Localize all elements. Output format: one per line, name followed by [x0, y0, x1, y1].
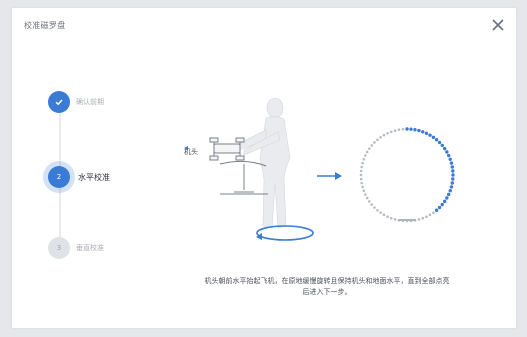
progress-dot — [382, 213, 386, 217]
progress-dot — [382, 133, 386, 137]
progress-dot — [421, 216, 425, 220]
progress-dot-lit — [445, 150, 449, 154]
progress-dot-lit — [434, 208, 439, 212]
progress-dot — [368, 147, 371, 150]
progress-dot-lit — [405, 127, 409, 131]
progress-dot — [417, 218, 421, 221]
progress-dot — [389, 130, 393, 134]
progress-dot-lit — [449, 185, 454, 189]
calibration-progress-ring — [359, 127, 455, 223]
ring-marker — [398, 219, 416, 221]
step-2-circle: 2 — [48, 166, 70, 188]
progress-dot-lit — [448, 157, 452, 161]
progress-dot — [376, 138, 379, 142]
progress-dot-lit — [445, 196, 449, 200]
step-1-circle — [48, 91, 70, 113]
instruction-line-2: 后进入下一步。 — [302, 288, 352, 296]
step-2-label: 水平校准 — [78, 173, 110, 182]
progress-dot — [362, 189, 366, 193]
step-3-circle: 3 — [48, 237, 70, 259]
progress-dot — [359, 173, 363, 177]
progress-dot — [373, 141, 376, 144]
progress-dot-lit — [409, 127, 413, 131]
progress-dot — [389, 216, 393, 220]
progress-dot — [370, 144, 374, 147]
progress-dot — [361, 185, 364, 189]
progress-dot-lit — [431, 135, 436, 140]
progress-dot — [365, 196, 369, 200]
progress-dot — [362, 157, 366, 161]
step-3: 3 垂直校准 — [12, 234, 172, 262]
progress-dot — [361, 161, 364, 165]
progress-dot-lit — [424, 131, 429, 136]
progress-dot-lit — [450, 181, 454, 185]
progress-dot-lit — [413, 128, 417, 132]
progress-dot — [386, 215, 389, 218]
arrow-right-icon — [317, 172, 342, 180]
progress-dot — [360, 165, 363, 169]
progress-dot — [397, 128, 401, 131]
step-1-label: 确认前期 — [76, 98, 104, 106]
progress-dot — [373, 206, 376, 209]
aircraft-head-label: 机头 — [184, 148, 198, 156]
progress-dot — [359, 177, 363, 181]
rotate-arrow-icon — [256, 225, 314, 241]
progress-dot-lit — [451, 177, 455, 181]
progress-dot — [364, 193, 367, 196]
progress-dot — [370, 203, 374, 206]
progress-dot-lit — [434, 138, 439, 142]
progress-dot-lit — [417, 128, 421, 133]
progress-dot — [360, 181, 363, 185]
step-1: 确认前期 — [12, 88, 172, 116]
progress-dot-lit — [437, 205, 442, 210]
progress-dot-lit — [437, 140, 442, 145]
progress-dot — [376, 208, 379, 212]
progress-dot-lit — [450, 165, 454, 169]
step-2: 2 水平校准 — [12, 163, 172, 191]
progress-dot — [386, 132, 389, 135]
progress-dot — [393, 218, 397, 221]
close-icon — [492, 19, 504, 31]
progress-dot — [425, 215, 428, 218]
progress-dot-lit — [440, 202, 444, 207]
progress-dot — [379, 136, 382, 139]
progress-dot — [428, 213, 432, 217]
progress-dot — [379, 211, 382, 214]
progress-dot-lit — [448, 189, 452, 193]
progress-dot — [393, 129, 397, 132]
check-icon — [55, 99, 63, 106]
progress-dot-lit — [442, 146, 447, 151]
progress-dot — [364, 154, 367, 157]
close-button[interactable] — [490, 17, 506, 33]
calibration-dialog: 校准磁罗盘 确认前期 2 水平校准 3 垂直校准 机头 机头朝前水平抬起飞机，在… — [12, 8, 516, 328]
step-list: 确认前期 2 水平校准 3 垂直校准 — [12, 8, 172, 328]
instruction-text: 机头朝前水平抬起飞机，在原地缓慢旋转且保持机头和地面水平，直到全部点亮 后进入下… — [162, 276, 492, 298]
progress-dot-lit — [446, 192, 451, 197]
progress-dot — [401, 127, 405, 131]
progress-dot-lit — [446, 153, 451, 158]
progress-dot-lit — [451, 173, 455, 177]
progress-dot-lit — [428, 133, 432, 137]
step-3-label: 垂直校准 — [76, 244, 104, 252]
progress-dot-lit — [421, 130, 425, 134]
progress-dot-lit — [451, 169, 455, 173]
progress-dot — [432, 211, 435, 214]
instruction-line-1: 机头朝前水平抬起飞机，在原地缓慢旋转且保持机头和地面水平，直到全部点亮 — [204, 277, 450, 285]
progress-dot-lit — [440, 143, 444, 148]
progress-dot-lit — [449, 161, 454, 165]
progress-dot — [365, 150, 369, 154]
progress-dot — [359, 169, 363, 173]
progress-dot-lit — [442, 199, 447, 204]
progress-dot — [368, 200, 371, 203]
